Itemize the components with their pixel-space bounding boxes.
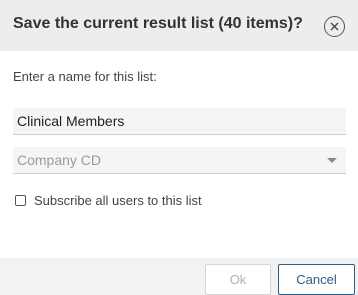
chevron-down-icon [327, 158, 337, 163]
subscribe-row: Subscribe all users to this list [15, 192, 202, 208]
company-select[interactable]: Company CD [13, 147, 346, 174]
dialog-title: Save the current result list (40 items)? [13, 15, 303, 32]
save-list-dialog: Save the current result list (40 items)?… [0, 0, 358, 295]
ok-button[interactable]: Ok [205, 264, 271, 295]
cancel-button[interactable]: Cancel [278, 264, 355, 295]
subscribe-label[interactable]: Subscribe all users to this list [34, 193, 202, 208]
close-icon [330, 22, 339, 31]
list-name-input[interactable] [13, 108, 346, 135]
subscribe-checkbox[interactable] [15, 194, 26, 206]
list-name-prompt: Enter a name for this list: [13, 69, 157, 84]
dialog-header: Save the current result list (40 items)? [0, 0, 358, 51]
company-select-value: Company CD [17, 152, 102, 168]
close-button[interactable] [324, 16, 345, 37]
